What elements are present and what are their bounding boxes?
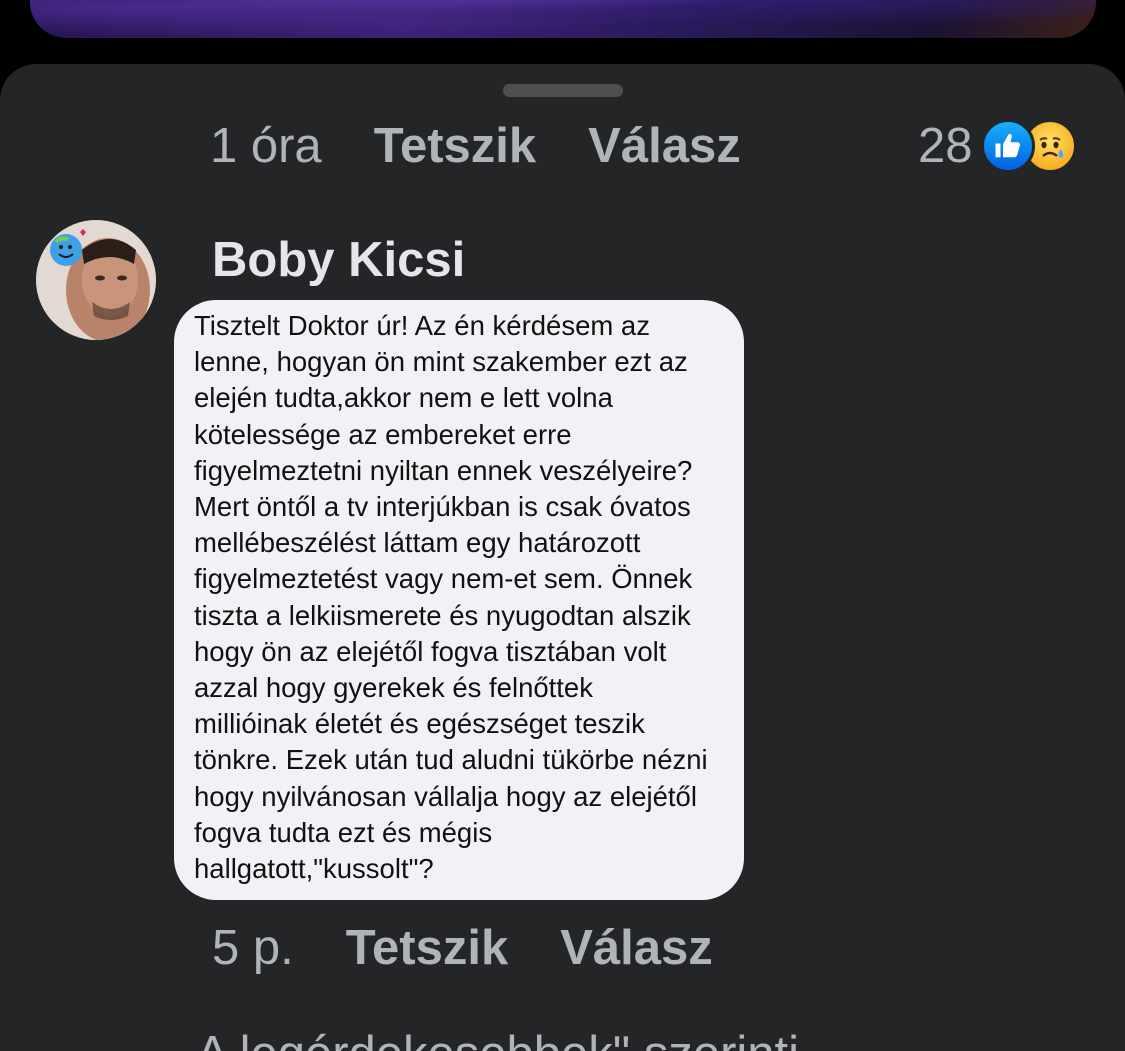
like-button[interactable]: Tetszik <box>374 118 536 174</box>
reply-button[interactable]: Válasz <box>588 118 741 174</box>
sheet-drag-handle[interactable] <box>503 84 623 97</box>
comment-actions: 5 p. Tetszik Válasz <box>212 918 765 978</box>
reaction-summary[interactable]: 28 <box>918 116 1077 176</box>
comment-text: Tisztelt Doktor úr! Az én kérdésem az le… <box>194 310 708 885</box>
like-button[interactable]: Tetszik <box>346 920 508 976</box>
post-media-image[interactable] <box>30 0 1096 38</box>
comment-bubble[interactable]: Tisztelt Doktor úr! Az én kérdésem az le… <box>174 300 744 900</box>
comment-timestamp: 1 óra <box>210 119 322 173</box>
comment-author-name[interactable]: Boby Kicsi <box>212 232 465 288</box>
avatar[interactable] <box>36 220 156 340</box>
reply-button[interactable]: Válasz <box>560 920 713 976</box>
comment-timestamp: 5 p. <box>212 921 294 975</box>
previous-comment-actions: 1 óra Tetszik Válasz <box>210 116 793 176</box>
screen: 1 óra Tetszik Válasz 28 Boby Kicsi Tiszt… <box>0 0 1125 1051</box>
like-icon <box>980 119 1035 173</box>
comment-sort-label[interactable]: A legérdekesebbek" szerinti <box>196 1026 799 1051</box>
reaction-count: 28 <box>918 119 973 173</box>
